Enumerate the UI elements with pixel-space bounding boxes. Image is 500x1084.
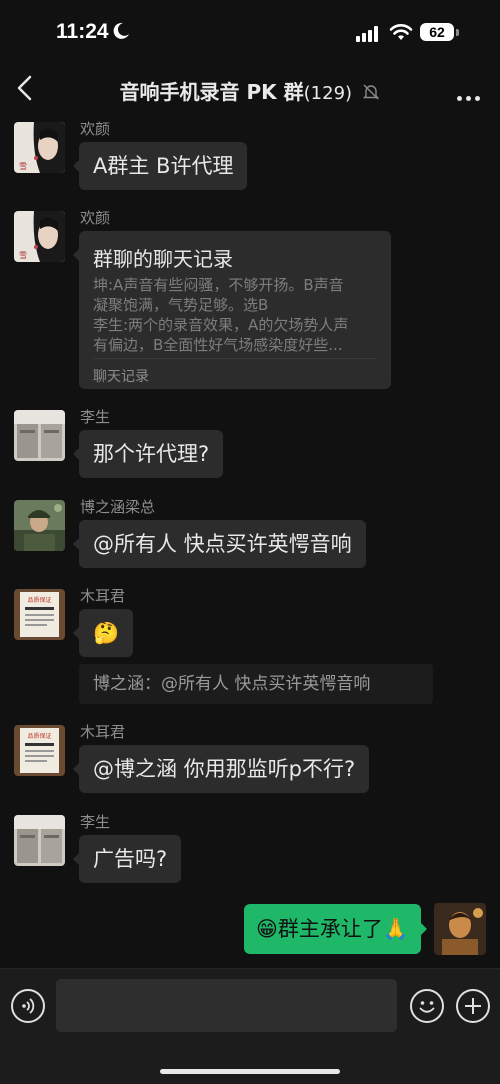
seal-text: 品质保证 (27, 596, 51, 604)
wifi-icon (389, 24, 413, 40)
member-count: (129) (303, 83, 353, 104)
emoji-message-bubble[interactable]: 🤔 (72, 609, 134, 657)
emoji-button[interactable] (410, 989, 444, 1023)
avatar-muerjun[interactable]: 品质保证 (14, 725, 65, 776)
status-time: 11:24 (56, 20, 109, 43)
message-bubble[interactable]: 广告吗? (72, 835, 182, 883)
card-preview-line: 坤:A声音有些闷骚，不够开扬。B声音 (93, 276, 344, 294)
chat-history-card[interactable]: 群聊的聊天记录 坤:A声音有些闷骚，不够开扬。B声音 凝聚饱满，气势足够。选B … (73, 231, 391, 389)
message-bubble[interactable]: @博之涵 你用那监听p不行? (72, 745, 370, 793)
moon-icon (113, 22, 129, 39)
sender-name: 博之涵梁总 (80, 498, 156, 516)
voice-icon (22, 998, 35, 1014)
voice-input-button[interactable] (11, 989, 45, 1023)
card-footer: 聊天记录 (93, 369, 149, 385)
card-preview-line: 李生:两个的录音效果，A的欠场势人声 (93, 316, 349, 334)
message-bubble[interactable]: A群主 B许代理 (72, 142, 248, 190)
plus-button[interactable] (456, 989, 490, 1023)
svg-text:雪: 雪 (19, 251, 27, 260)
message-bubble[interactable]: @所有人 快点买许英愕音响 (73, 520, 366, 568)
input-bar (0, 968, 500, 1084)
smiley-icon (419, 1001, 435, 1013)
dot-icon (466, 96, 471, 101)
quoted-message[interactable]: 博之涵：@所有人 快点买许英愕音响 (79, 664, 433, 704)
sender-name: 木耳君 (80, 587, 126, 605)
battery-cap (456, 29, 459, 36)
avatar-lisheng[interactable] (14, 815, 65, 866)
more-options-button[interactable] (453, 86, 480, 105)
group-name: 音响手机录音 PK 群 (119, 80, 304, 104)
card-preview: 坤:A声音有些闷骚，不够开扬。B声音 凝聚饱满，气势足够。选B 李生:两个的录音… (93, 275, 381, 355)
chat-header: 音响手机录音 PK 群(129) (0, 64, 500, 114)
card-preview-line: 有偏边，B全面性好气场感染度好些... (93, 336, 343, 354)
card-title: 群聊的聊天记录 (93, 247, 233, 271)
sender-name: 李生 (80, 813, 111, 831)
my-message-bubble[interactable]: 😁群主承让了🙏 (243, 904, 428, 954)
svg-text:雪: 雪 (19, 162, 27, 171)
avatar-huanyan[interactable]: 雪 (14, 211, 65, 262)
avatar-bozhihan[interactable] (14, 500, 65, 551)
dot-icon (457, 96, 462, 101)
signal-icon (356, 26, 378, 42)
message-input[interactable] (56, 979, 397, 1032)
avatar-huanyan[interactable]: 雪 (14, 122, 65, 173)
message-bubble[interactable]: 那个许代理? (72, 430, 224, 478)
avatar-lisheng[interactable] (14, 410, 65, 461)
sender-name: 李生 (80, 408, 111, 426)
dot-icon (475, 96, 480, 101)
sender-name: 欢颜 (80, 209, 111, 227)
status-bar: 11:24 62 (0, 0, 500, 64)
plus-icon (465, 998, 481, 1014)
home-indicator (160, 1069, 340, 1074)
card-divider (93, 358, 377, 359)
seal-text: 品质保证 (27, 732, 51, 740)
sender-name: 木耳君 (80, 723, 126, 741)
card-preview-line: 凝聚饱满，气势足够。选B (93, 296, 269, 314)
chat-title: 音响手机录音 PK 群(129) (0, 76, 500, 105)
my-avatar[interactable] (434, 903, 486, 955)
sender-name: 欢颜 (80, 120, 111, 138)
mute-bell-icon (363, 84, 380, 100)
battery-indicator: 62 (420, 23, 454, 41)
avatar-muerjun[interactable]: 品质保证 (14, 589, 65, 640)
